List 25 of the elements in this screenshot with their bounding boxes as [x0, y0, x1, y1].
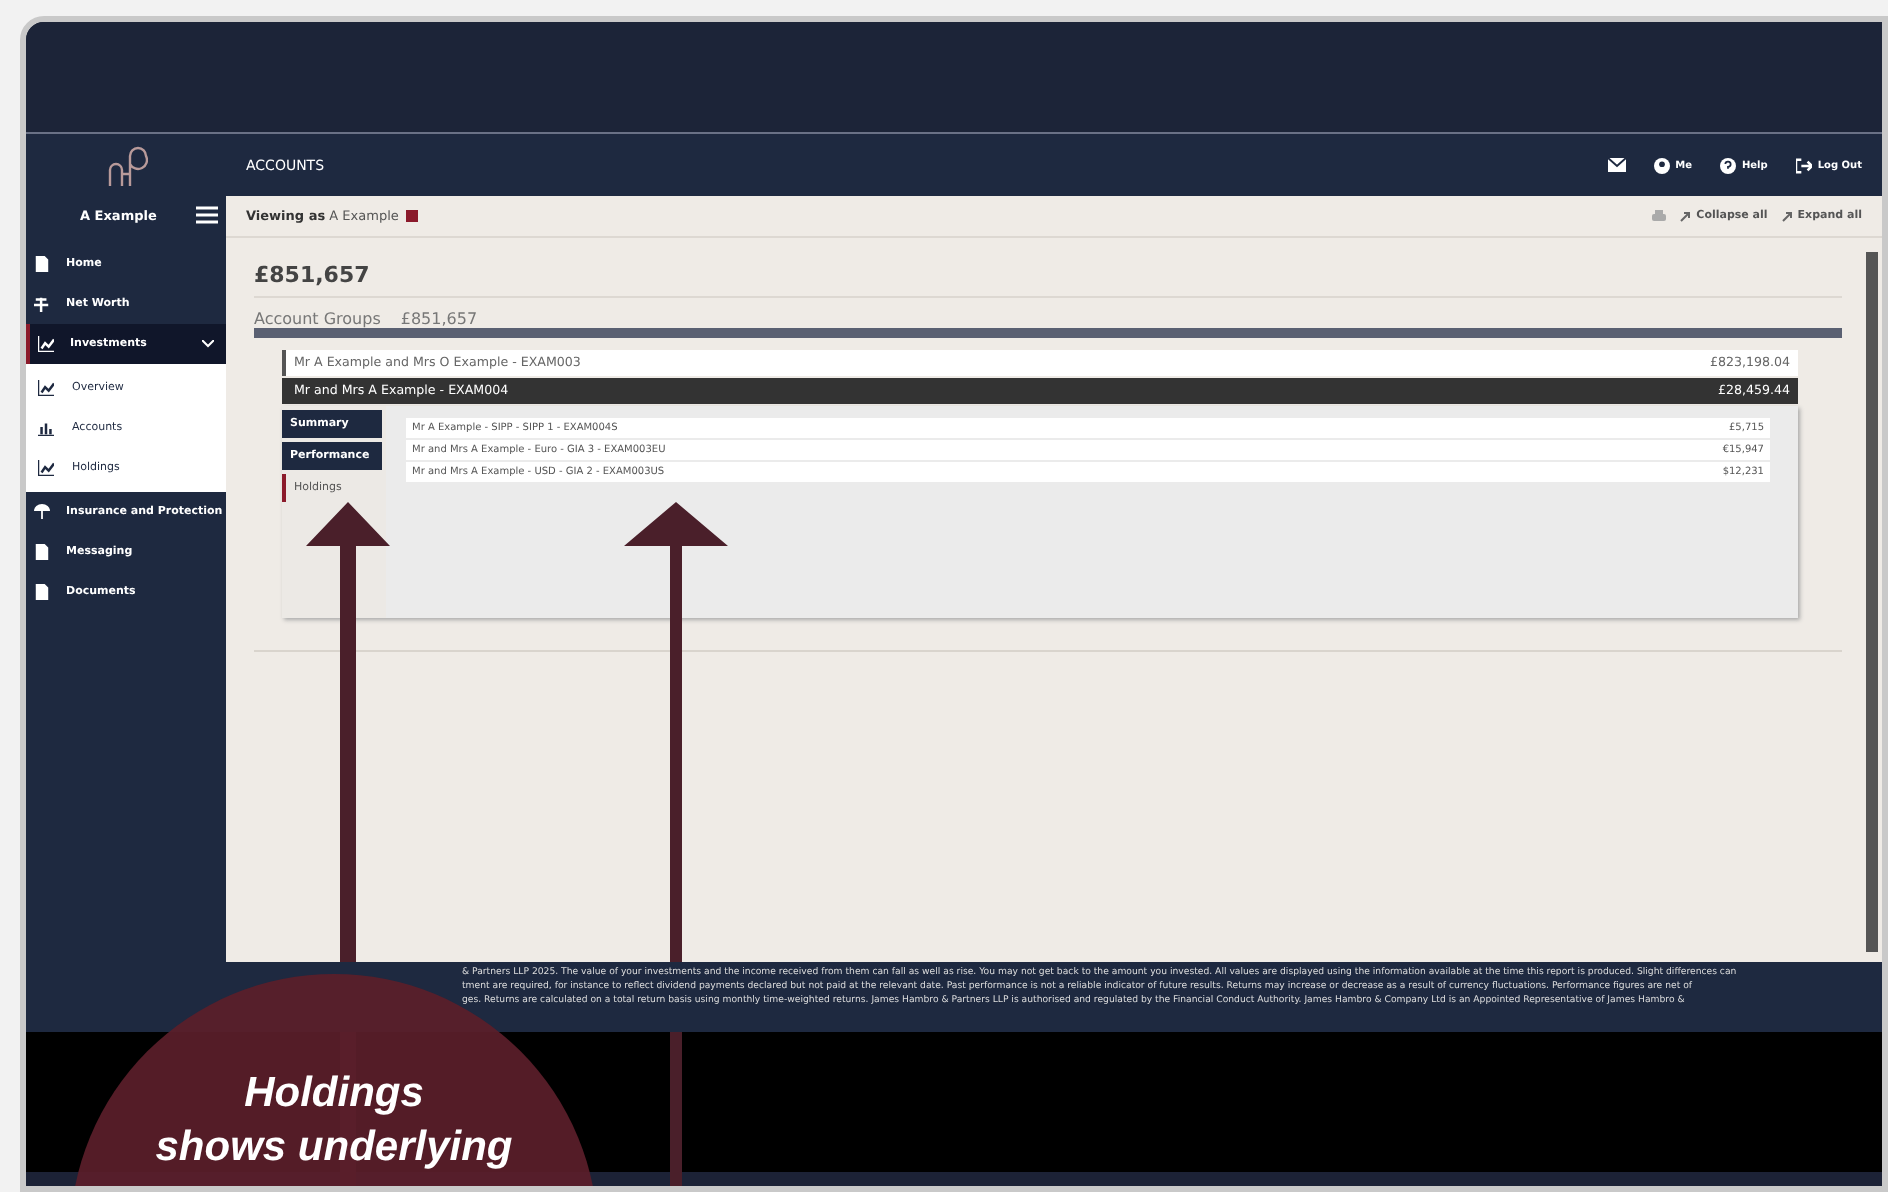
line-chart-icon	[38, 336, 54, 352]
logout-icon	[1795, 157, 1812, 173]
scale-icon	[34, 296, 50, 312]
section-title: Account Groups	[254, 310, 381, 328]
callout-text: shows underlying	[155, 1122, 513, 1174]
document-icon	[34, 256, 50, 272]
logo-icon	[104, 146, 148, 190]
expand-arrow-icon	[1680, 211, 1691, 221]
scrollbar[interactable]	[1866, 252, 1878, 952]
expand-arrow-icon	[1781, 211, 1792, 221]
umbrella-icon	[34, 504, 50, 520]
line-chart-icon	[38, 380, 54, 396]
callout-text: Holdings	[244, 1068, 424, 1120]
bar-chart-icon	[38, 420, 54, 436]
user-icon	[1653, 157, 1670, 173]
document-icon	[34, 584, 50, 600]
mail-icon[interactable]	[1607, 158, 1626, 172]
chevron-icon	[202, 340, 214, 348]
document-icon	[34, 544, 50, 560]
help-icon	[1719, 157, 1736, 173]
user-switch-icon[interactable]	[406, 210, 419, 222]
line-chart-icon	[38, 460, 54, 476]
total-value: £851,657	[254, 262, 1842, 298]
menu-icon[interactable]	[196, 206, 218, 224]
section-value: £851,657	[400, 310, 478, 328]
